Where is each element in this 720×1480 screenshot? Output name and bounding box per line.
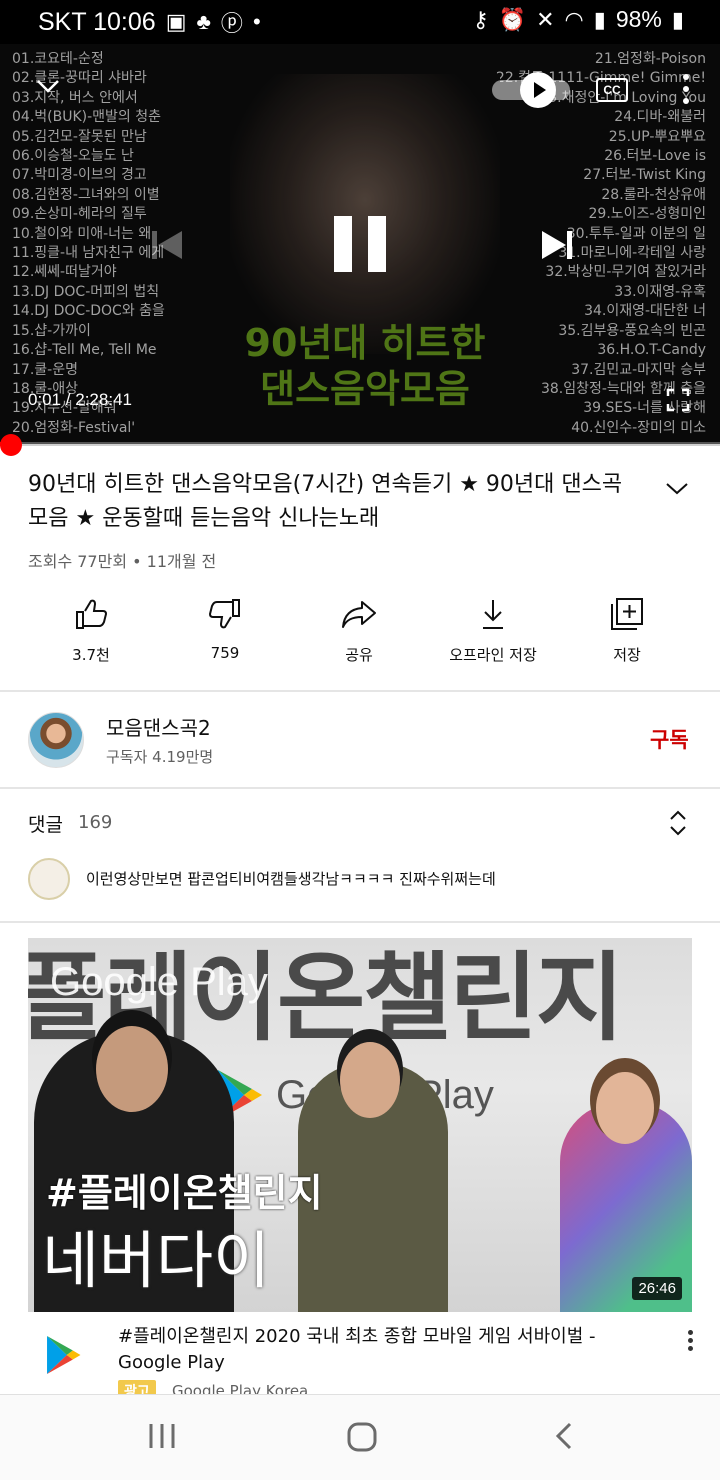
channel-name[interactable]: 모음댄스곡2	[106, 712, 211, 741]
ad-thumb-brand-top: Google Play	[50, 960, 268, 1004]
alarm-icon: ⏰	[498, 6, 527, 32]
status-bar: SKT 10:06 ▣ ♣ ⓟ • ⚷ ⏰ ✕ ◠ ▮ 98% ▮	[0, 0, 720, 44]
ad-more-icon[interactable]	[686, 1330, 694, 1354]
progress-bar[interactable]	[0, 442, 720, 446]
divider	[0, 690, 720, 692]
ad-thumb-subtitle: 네버다이	[42, 1224, 271, 1297]
back-icon[interactable]	[554, 1421, 574, 1455]
battery-icon: ▮	[671, 6, 684, 32]
like-button[interactable]: 3.7천	[16, 590, 166, 665]
battery-level: 98%	[615, 6, 662, 32]
ad-title[interactable]: #플레이온챌린지 2020 국내 최초 종합 모바일 게임 서바이벌 - Goo…	[118, 1324, 658, 1376]
channel-subscribers: 구독자 4.19만명	[106, 748, 214, 766]
save-button[interactable]: 저장	[552, 590, 702, 665]
wifi-icon: ◠	[564, 6, 584, 32]
system-nav-bar	[0, 1394, 720, 1480]
commenter-avatar[interactable]	[28, 858, 70, 900]
download-label: 오프라인 저장	[449, 646, 537, 664]
minimize-chevron-icon[interactable]	[36, 76, 60, 96]
google-play-icon[interactable]	[44, 1334, 82, 1376]
subscribe-button[interactable]: 구독	[650, 724, 689, 754]
recent-apps-icon[interactable]	[148, 1421, 176, 1455]
gallery-icon: ▣	[165, 9, 187, 34]
ad-thumb-hashtag: #플레이온챌린지	[46, 1171, 323, 1215]
playback-time: 0:01 / 2:28:41	[28, 390, 132, 409]
previous-icon[interactable]	[150, 229, 184, 261]
thumbs-up-icon	[76, 599, 108, 629]
dislike-count: 759	[210, 644, 240, 662]
autoplay-play-icon	[520, 72, 556, 108]
pause-button[interactable]	[334, 216, 386, 272]
top-comment[interactable]: 이런영상만보면 팝콘업티비여캠들생각남ㅋㅋㅋㅋ 진짜수위쩌는데	[86, 868, 496, 889]
player-more-icon[interactable]	[682, 74, 690, 108]
notification-icon: ♣	[196, 9, 211, 34]
key-icon: ⚷	[472, 6, 489, 32]
comments-expand-icon[interactable]	[668, 808, 688, 838]
fullscreen-icon[interactable]	[666, 388, 690, 412]
mute-icon: ✕	[536, 6, 555, 32]
ad-thumbnail[interactable]: 플레이온챌린지 Google Play Google Play #플레이온챌린지…	[28, 938, 692, 1312]
status-left: SKT 10:06 ▣ ♣ ⓟ •	[38, 6, 261, 38]
download-button[interactable]: 오프라인 저장	[418, 590, 568, 665]
download-icon	[483, 600, 503, 629]
channel-avatar[interactable]	[28, 712, 84, 768]
video-meta: 조회수 77만회 • 11개월 전	[28, 552, 217, 571]
pinterest-icon: ⓟ	[220, 11, 243, 36]
share-label: 공유	[345, 646, 373, 664]
dislike-button[interactable]: 759	[150, 590, 300, 662]
share-button[interactable]: 공유	[284, 590, 434, 665]
autoplay-toggle[interactable]	[492, 72, 582, 108]
home-icon[interactable]	[346, 1421, 378, 1457]
scrubber-handle[interactable]	[0, 434, 22, 456]
thumbs-down-icon	[208, 599, 240, 629]
action-bar: 3.7천 759 공유 오프라인 저장 저장	[0, 590, 720, 680]
ad-duration: 26:46	[632, 1277, 682, 1300]
expand-description-icon[interactable]	[664, 478, 690, 498]
video-title[interactable]: 90년대 히트한 댄스음악모음(7시간) 연속듣기 ★ 90년대 댄스곡 모음 …	[28, 468, 628, 536]
dot-icon: •	[252, 9, 261, 34]
like-count: 3.7천	[72, 646, 110, 664]
status-right: ⚷ ⏰ ✕ ◠ ▮ 98% ▮	[473, 6, 684, 33]
carrier-time: SKT 10:06	[38, 7, 156, 36]
comments-label[interactable]: 댓글	[28, 810, 63, 837]
add-to-playlist-icon	[611, 598, 643, 630]
divider	[0, 921, 720, 923]
divider	[0, 787, 720, 789]
signal-icon: ▮	[593, 6, 606, 32]
next-icon[interactable]	[540, 229, 574, 261]
captions-icon[interactable]: CC	[596, 78, 628, 102]
comments-count: 169	[78, 812, 113, 833]
share-icon	[342, 601, 376, 628]
video-player[interactable]: 01.코요테-순정 02.클론-꿍따리 샤바라 03.지작, 버스 안에서 04.벅(…	[0, 44, 720, 444]
save-label: 저장	[613, 646, 641, 664]
